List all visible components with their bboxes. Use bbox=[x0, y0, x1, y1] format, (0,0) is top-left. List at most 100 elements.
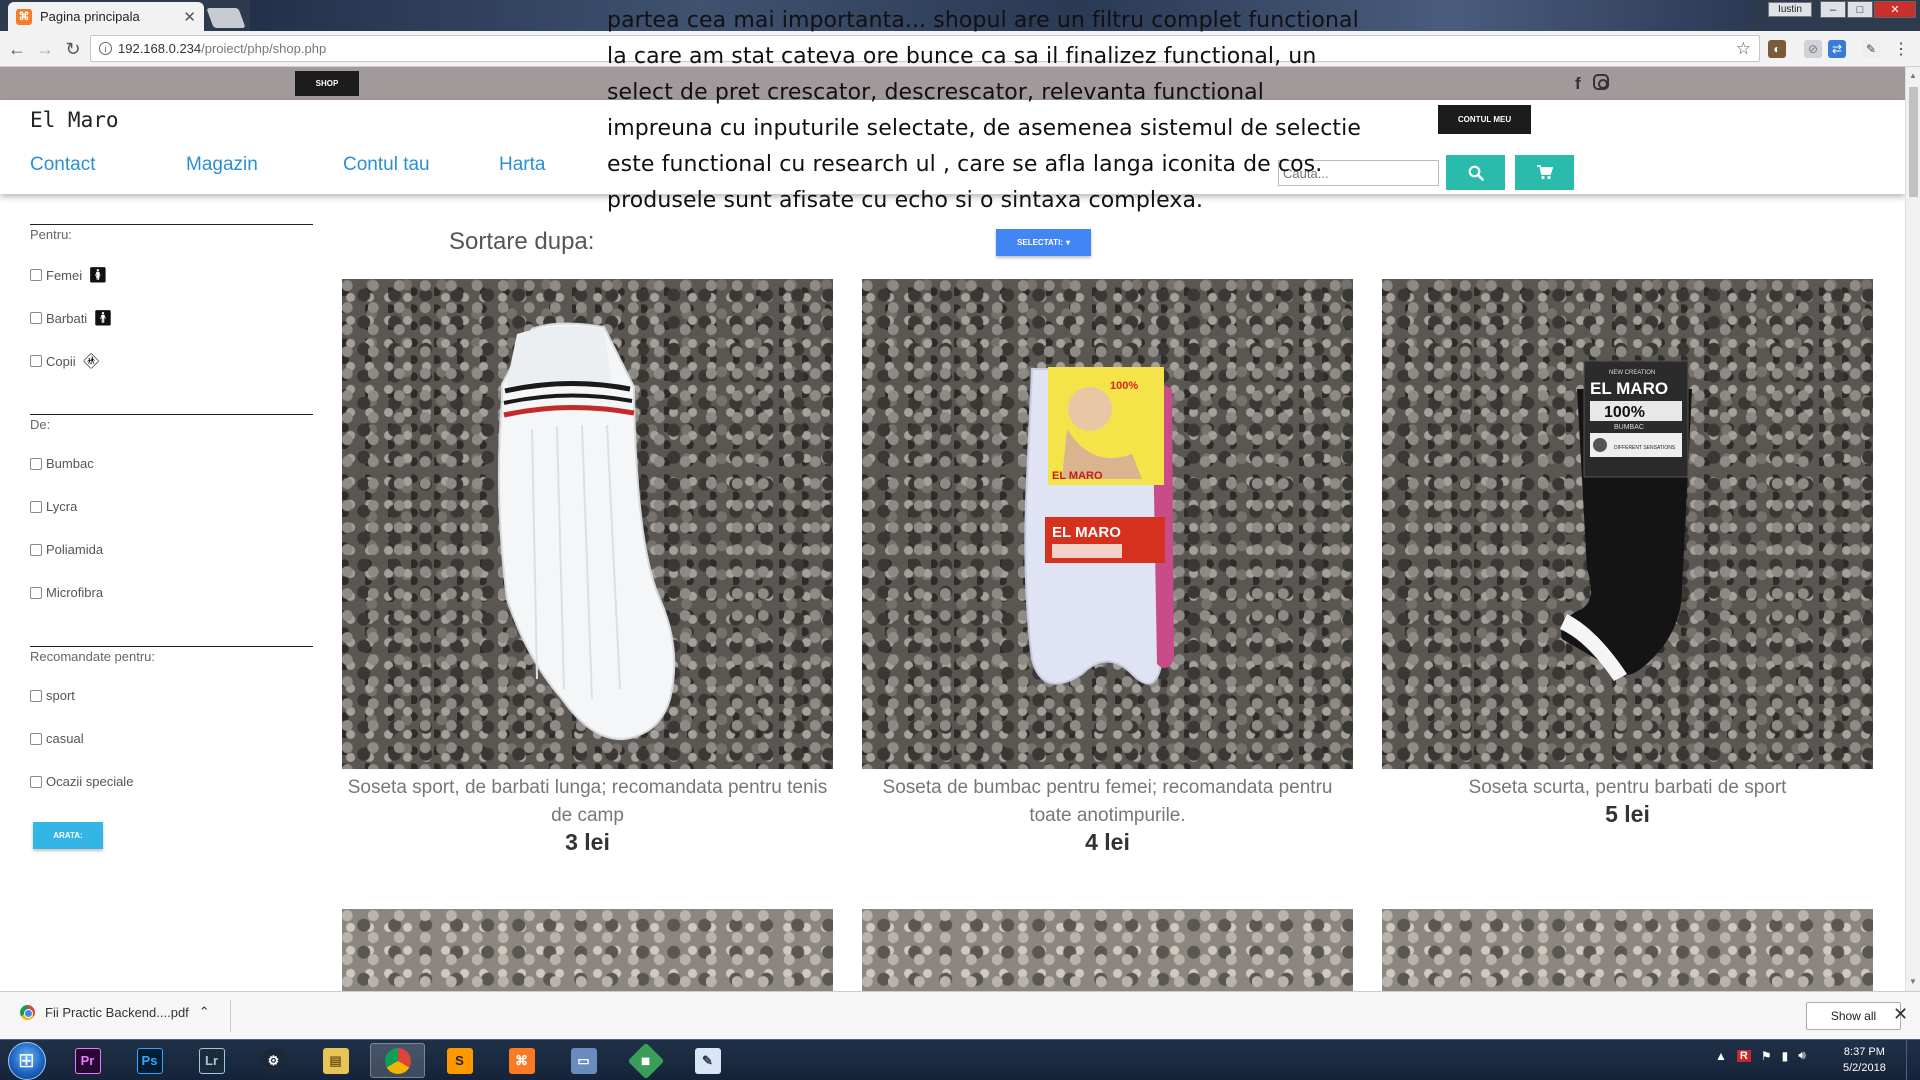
tab-close-icon[interactable]: ✕ bbox=[183, 8, 196, 26]
cart-button[interactable] bbox=[1515, 155, 1574, 190]
scroll-down-arrow-icon[interactable]: ▼ bbox=[1909, 977, 1917, 986]
nav-link-contul-tau[interactable]: Contul tau bbox=[343, 154, 430, 176]
product-description: Soseta de bumbac pentru femei; recomanda… bbox=[882, 777, 1333, 826]
product-price: 3 lei bbox=[565, 829, 610, 855]
checkbox[interactable] bbox=[30, 500, 42, 513]
checkbox[interactable] bbox=[30, 312, 42, 324]
new-tab-button[interactable] bbox=[206, 8, 246, 28]
browser-tab[interactable]: ⌘ Pagina principala ✕ bbox=[8, 2, 204, 31]
checkbox[interactable] bbox=[30, 269, 42, 281]
checkbox[interactable] bbox=[30, 586, 42, 599]
taskbar-app-xampp[interactable]: ⌘ bbox=[494, 1043, 549, 1078]
volume-icon[interactable]: 🔊︎ bbox=[1798, 1048, 1806, 1063]
taskbar-app-paint[interactable]: ✎ bbox=[680, 1043, 735, 1078]
product-image[interactable] bbox=[342, 279, 833, 769]
checkbox[interactable] bbox=[30, 732, 42, 745]
sort-select-button[interactable]: SELECTATI: ▾ bbox=[996, 229, 1091, 256]
checkbox[interactable] bbox=[30, 689, 42, 702]
taskbar-app-premiere[interactable]: Pr bbox=[60, 1043, 115, 1078]
extension-icon[interactable]: ◐ bbox=[1768, 40, 1786, 58]
nav-link-contact[interactable]: Contact bbox=[30, 154, 95, 176]
download-separator bbox=[230, 1000, 231, 1032]
apply-filters-button[interactable]: ARATA: bbox=[33, 822, 103, 849]
chrome-menu-icon[interactable]: ⋮ bbox=[1892, 40, 1910, 58]
xampp-favicon-icon: ⌘ bbox=[16, 8, 32, 25]
minimize-button[interactable]: – bbox=[1820, 1, 1846, 18]
extension-disabled-icon[interactable]: ⊘ bbox=[1804, 40, 1822, 58]
checkbox[interactable] bbox=[30, 775, 42, 788]
child-icon: 🚸︎ bbox=[81, 353, 101, 370]
tab-title: Pagina principala bbox=[40, 9, 140, 24]
chevron-up-icon[interactable]: ⌃ bbox=[199, 1004, 210, 1020]
taskbar-app-sublime[interactable]: S bbox=[432, 1043, 487, 1078]
network-icon[interactable]: ▮ bbox=[1782, 1049, 1789, 1063]
tray-expand-icon[interactable]: ▲ bbox=[1715, 1049, 1727, 1063]
filter-ocazii-speciale[interactable]: Ocazii speciale bbox=[30, 774, 133, 789]
scrollbar-thumb[interactable] bbox=[1909, 87, 1918, 197]
shop-button[interactable]: SHOP bbox=[295, 71, 359, 96]
window-controls: – □ ✕ bbox=[1820, 1, 1916, 18]
download-item[interactable]: Fii Practic Backend....pdf ⌃ bbox=[20, 1004, 210, 1020]
maximize-button[interactable]: □ bbox=[1847, 1, 1873, 18]
filter-bumbac[interactable]: Bumbac bbox=[30, 456, 94, 471]
bookmark-star-icon[interactable]: ☆ bbox=[1736, 39, 1751, 59]
filter-barbati[interactable]: Barbati 🚹︎ bbox=[30, 309, 112, 327]
checkbox[interactable] bbox=[30, 355, 42, 367]
show-all-downloads-button[interactable]: Show all bbox=[1806, 1002, 1901, 1030]
checkbox[interactable] bbox=[30, 457, 42, 470]
scroll-up-arrow-icon[interactable]: ▲ bbox=[1909, 71, 1917, 80]
filter-copii[interactable]: Copii 🚸︎ bbox=[30, 352, 101, 370]
page-scrollbar[interactable]: ▲ ▼ bbox=[1905, 67, 1920, 991]
site-info-icon[interactable]: i bbox=[99, 42, 112, 55]
instagram-icon[interactable] bbox=[1592, 74, 1609, 90]
show-desktop-button[interactable] bbox=[1906, 1040, 1920, 1080]
profile-chip[interactable]: Iustin bbox=[1768, 2, 1812, 17]
antivirus-tray-icon[interactable]: R bbox=[1736, 1049, 1751, 1062]
taskbar-app-lightroom[interactable]: Lr bbox=[184, 1043, 239, 1078]
search-icon bbox=[1468, 165, 1484, 181]
nav-link-harta[interactable]: Harta bbox=[499, 154, 545, 176]
forward-arrow-icon[interactable]: → bbox=[34, 38, 56, 60]
checkbox[interactable] bbox=[30, 543, 42, 556]
close-download-bar-icon[interactable]: ✕ bbox=[1893, 1004, 1908, 1025]
taskbar-app-chrome[interactable] bbox=[370, 1043, 425, 1078]
filter-section-label: Recomandate pentru: bbox=[30, 649, 156, 664]
back-arrow-icon[interactable]: ← bbox=[6, 38, 28, 60]
eyedropper-extension-icon[interactable]: ✎ bbox=[1862, 40, 1880, 58]
filter-poliamida[interactable]: Poliamida bbox=[30, 542, 103, 557]
action-center-icon[interactable]: ⚑ bbox=[1761, 1049, 1772, 1063]
taskbar-app-explorer[interactable]: ▤ bbox=[308, 1043, 363, 1078]
window-app-icon: ▭ bbox=[570, 1047, 597, 1074]
url-text: 192.168.0.234/proiect/php/shop.php bbox=[118, 41, 327, 56]
taskbar-app-photoshop[interactable]: Ps bbox=[122, 1043, 177, 1078]
system-tray: ▲ R ⚑ ▮ 🔊︎ bbox=[1715, 1048, 1806, 1063]
product-image[interactable]: 100% EL MARO EL MARO bbox=[862, 279, 1353, 769]
product-image-partial[interactable] bbox=[342, 909, 833, 991]
package-brand-label: EL MARO bbox=[1590, 379, 1668, 398]
product-image-partial[interactable] bbox=[862, 909, 1353, 991]
site-brand[interactable]: El Maro bbox=[30, 108, 119, 132]
reload-icon[interactable]: ↻ bbox=[62, 38, 84, 60]
product-image[interactable]: NEW CREATION EL MARO 100% BUMBAC DIFFERE… bbox=[1382, 279, 1873, 769]
chrome-icon bbox=[384, 1047, 411, 1074]
taskbar-clock[interactable]: 8:37 PM 5/2/2018 bbox=[1843, 1044, 1886, 1076]
facebook-icon[interactable]: f bbox=[1575, 74, 1581, 94]
section-divider bbox=[30, 646, 313, 647]
taskbar-app-window[interactable]: ▭ bbox=[556, 1043, 611, 1078]
filter-sport[interactable]: sport bbox=[30, 688, 75, 703]
start-button-icon[interactable] bbox=[8, 1042, 46, 1080]
band-brand-label: EL MARO bbox=[1052, 524, 1121, 541]
search-button[interactable] bbox=[1446, 155, 1505, 190]
filter-femei[interactable]: Femei 🚺︎ bbox=[30, 266, 107, 284]
product-image-partial[interactable] bbox=[1382, 909, 1873, 991]
nav-link-magazin[interactable]: Magazin bbox=[186, 154, 258, 176]
account-button[interactable]: CONTUL MEU bbox=[1438, 105, 1531, 134]
taskbar-app-git[interactable]: ◆ bbox=[618, 1042, 673, 1079]
filter-casual[interactable]: casual bbox=[30, 731, 84, 746]
taskbar-app-steam[interactable]: ⚙ bbox=[246, 1043, 301, 1078]
translate-extension-icon[interactable]: ⇄ bbox=[1828, 40, 1846, 58]
filter-section-label: Pentru: bbox=[30, 227, 72, 242]
filter-lycra[interactable]: Lycra bbox=[30, 499, 77, 514]
filter-microfibra[interactable]: Microfibra bbox=[30, 585, 103, 600]
close-window-button[interactable]: ✕ bbox=[1874, 1, 1916, 18]
